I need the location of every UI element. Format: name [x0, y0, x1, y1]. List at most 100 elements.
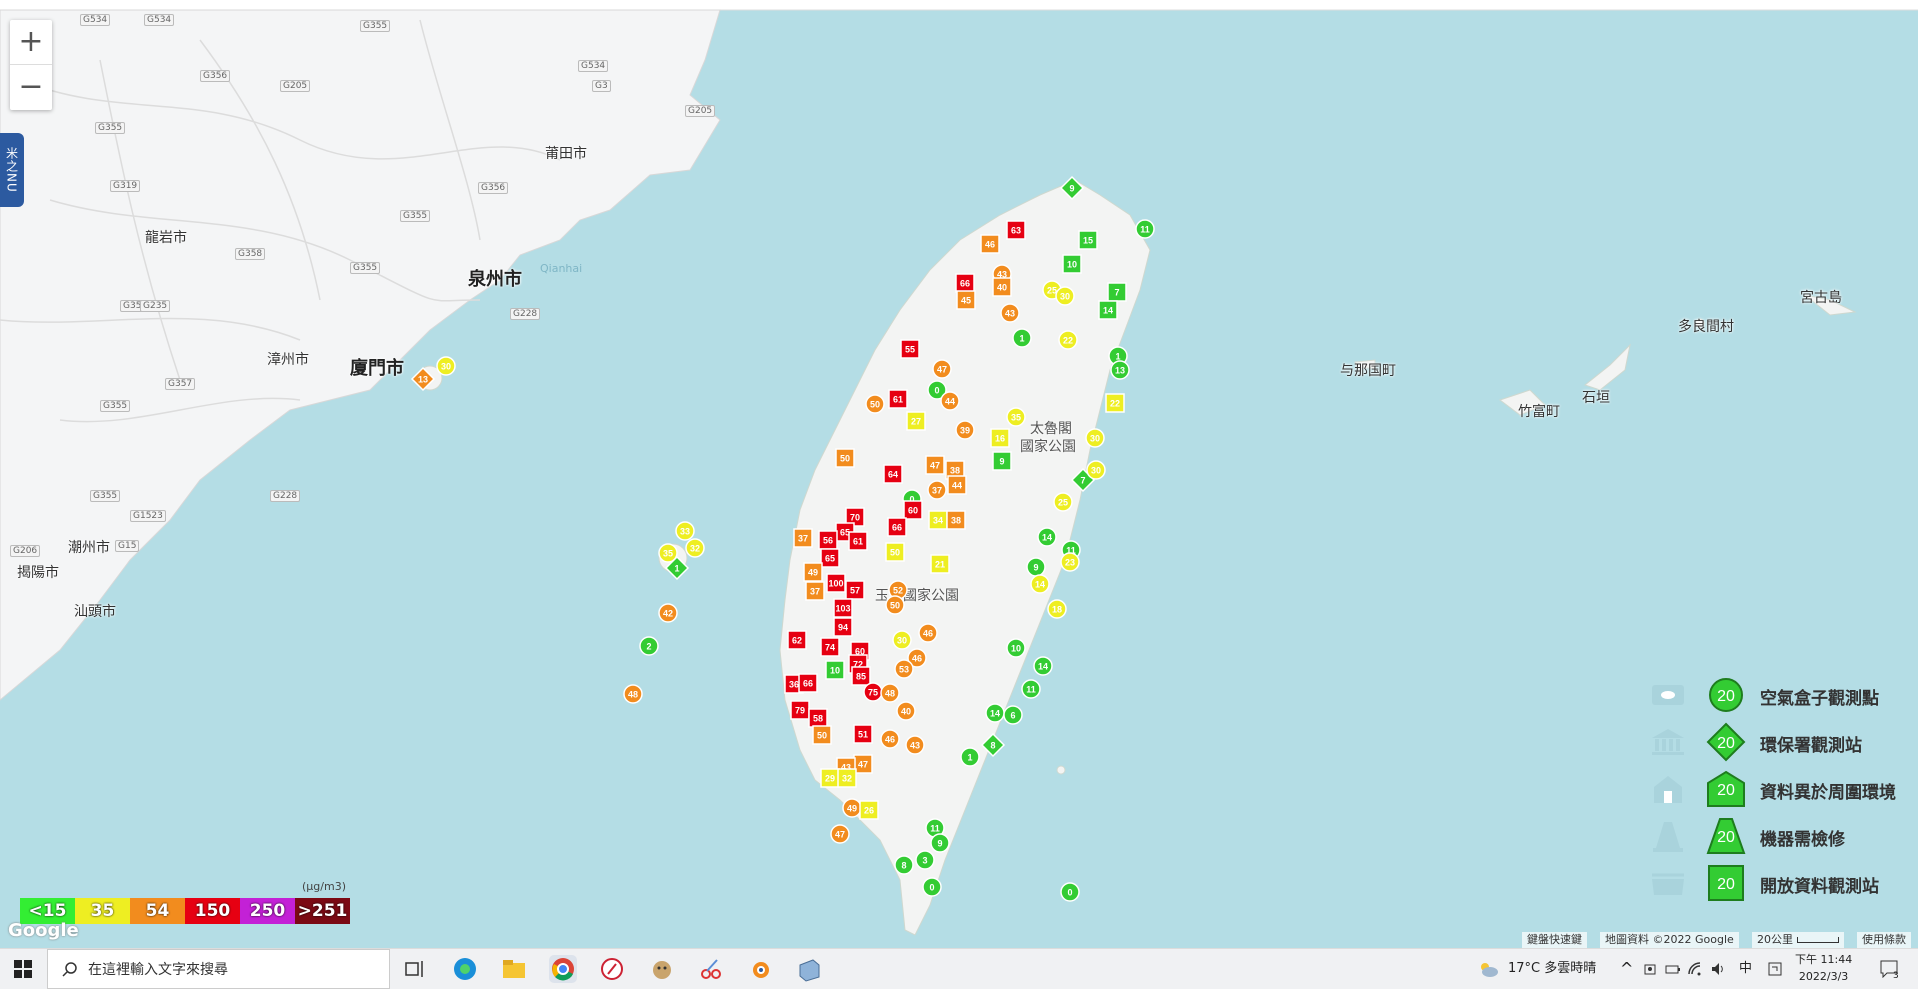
sensor-marker[interactable]: 34: [928, 510, 948, 530]
sensor-marker[interactable]: 23: [1060, 552, 1080, 572]
sensor-marker[interactable]: 50: [835, 448, 855, 468]
sensor-marker[interactable]: 14: [1037, 527, 1057, 547]
sensor-marker[interactable]: 35: [1006, 407, 1026, 427]
sensor-marker[interactable]: 65: [820, 548, 840, 568]
zoom-in-button[interactable]: +: [10, 20, 52, 65]
sensor-marker[interactable]: 37: [927, 480, 947, 500]
sensor-marker[interactable]: 56: [818, 530, 838, 550]
compass-app-icon[interactable]: [598, 955, 626, 983]
sensor-marker[interactable]: 66: [955, 273, 975, 293]
sensor-marker[interactable]: 2: [639, 636, 659, 656]
sensor-marker[interactable]: 22: [1105, 393, 1125, 413]
chrome-browser-icon[interactable]: [549, 955, 577, 983]
keyboard-shortcuts-link[interactable]: 鍵盤快速鍵: [1522, 932, 1587, 948]
edge-browser-icon[interactable]: [451, 955, 479, 983]
sensor-marker[interactable]: 22: [1058, 330, 1078, 350]
task-view-icon[interactable]: [401, 955, 429, 983]
sensor-marker[interactable]: 3: [915, 850, 935, 870]
sensor-marker[interactable]: 50: [885, 595, 905, 615]
sensor-marker[interactable]: 14: [1030, 574, 1050, 594]
sensor-marker[interactable]: 32: [685, 538, 705, 558]
sensor-marker[interactable]: 74: [820, 637, 840, 657]
sensor-marker[interactable]: 9: [1026, 557, 1046, 577]
zoom-control[interactable]: + −: [10, 20, 52, 110]
map-data-attribution[interactable]: 地圖資料 ©2022 Google: [1600, 932, 1739, 948]
sensor-marker[interactable]: 49: [842, 798, 862, 818]
sensor-marker[interactable]: 43: [905, 735, 925, 755]
sensor-marker[interactable]: 37: [805, 581, 825, 601]
box-app-icon[interactable]: [795, 955, 823, 983]
sensor-marker[interactable]: 30: [892, 630, 912, 650]
sensor-marker[interactable]: 51: [853, 724, 873, 744]
sensor-marker[interactable]: 14: [1033, 656, 1053, 676]
sensor-marker[interactable]: 48: [623, 684, 643, 704]
volume-icon[interactable]: [1710, 961, 1726, 977]
sensor-marker[interactable]: 50: [885, 542, 905, 562]
sensor-marker[interactable]: 50: [812, 725, 832, 745]
system-clock[interactable]: 下午 11:44 2022/3/3: [1795, 951, 1852, 985]
sensor-marker[interactable]: 30: [1085, 428, 1105, 448]
sensor-marker[interactable]: 61: [888, 389, 908, 409]
sensor-marker[interactable]: 9: [1059, 175, 1085, 201]
sensor-marker[interactable]: 11: [1021, 679, 1041, 699]
meet-now-icon[interactable]: [1643, 961, 1659, 977]
sensor-marker[interactable]: 27: [906, 411, 926, 431]
sensor-marker[interactable]: 49: [803, 562, 823, 582]
sensor-marker[interactable]: 13: [410, 366, 436, 392]
chevron-up-icon[interactable]: ^: [1620, 949, 1633, 989]
weather-cloud-sun-icon[interactable]: [1477, 960, 1499, 978]
sensor-marker[interactable]: 9: [992, 451, 1012, 471]
sensor-marker[interactable]: 11: [1135, 219, 1155, 239]
sensor-marker[interactable]: 62: [787, 630, 807, 650]
sensor-marker[interactable]: 94: [833, 617, 853, 637]
sensor-marker[interactable]: 0: [1060, 882, 1080, 902]
sensor-marker[interactable]: 13: [1110, 360, 1130, 380]
sensor-marker[interactable]: 48: [880, 683, 900, 703]
sensor-marker[interactable]: 46: [980, 234, 1000, 254]
sensor-marker[interactable]: 57: [845, 580, 865, 600]
weather-text[interactable]: 17°C 多雲時晴: [1508, 949, 1596, 989]
sensor-marker[interactable]: 45: [956, 290, 976, 310]
sensor-marker[interactable]: 1: [1012, 328, 1032, 348]
sensor-marker[interactable]: 30: [1055, 286, 1075, 306]
sensor-marker[interactable]: 10: [1062, 254, 1082, 274]
sensor-marker[interactable]: 38: [946, 510, 966, 530]
sensor-marker[interactable]: 39: [955, 420, 975, 440]
ime-mode-icon[interactable]: [1768, 962, 1782, 976]
sensor-marker[interactable]: 43: [1000, 303, 1020, 323]
terms-link[interactable]: 使用條款: [1857, 932, 1911, 948]
sensor-marker[interactable]: 26: [859, 800, 879, 820]
sensor-marker[interactable]: 75: [863, 682, 883, 702]
sensor-marker[interactable]: 60: [903, 500, 923, 520]
sensor-marker[interactable]: 6: [1003, 705, 1023, 725]
sensor-marker[interactable]: 10: [825, 660, 845, 680]
sensor-marker[interactable]: 85: [851, 666, 871, 686]
wifi-icon[interactable]: [1687, 961, 1703, 977]
sensor-marker[interactable]: 30: [436, 356, 456, 376]
sensor-marker[interactable]: 55: [900, 339, 920, 359]
sensor-marker[interactable]: 1: [960, 747, 980, 767]
sensor-marker[interactable]: 64: [883, 464, 903, 484]
sensor-marker[interactable]: 44: [940, 391, 960, 411]
sensor-marker[interactable]: 50: [865, 394, 885, 414]
sensor-marker[interactable]: 32: [837, 768, 857, 788]
start-button[interactable]: [0, 949, 46, 989]
sensor-marker[interactable]: 66: [887, 517, 907, 537]
sensor-marker[interactable]: 33: [675, 521, 695, 541]
sensor-marker[interactable]: 7: [1107, 282, 1127, 302]
taskbar-search-box[interactable]: 在這裡輸入文字來搜尋: [47, 949, 390, 989]
sensor-marker[interactable]: 47: [932, 359, 952, 379]
sensor-marker[interactable]: 30: [1086, 460, 1106, 480]
map-canvas[interactable]: 莆田市 泉州市 漳州市 廈門市 龍岩市 潮州市 揭陽市 汕頭市 与那国町 多良間村 宮古島 竹富町 石垣…: [0, 0, 1918, 948]
zoom-out-button[interactable]: −: [10, 65, 52, 109]
snipping-tool-icon[interactable]: [697, 955, 725, 983]
sensor-marker[interactable]: 40: [896, 701, 916, 721]
sensor-markers[interactable]: 9 6 3 46 1 51 1 10 43 66 40 45 7 14 55 43 22 47 61 0 44 50 27 3…: [0, 0, 1918, 948]
sensor-marker[interactable]: 66: [798, 673, 818, 693]
sensor-marker[interactable]: 47: [925, 455, 945, 475]
sensor-marker[interactable]: 21: [930, 554, 950, 574]
sensor-marker[interactable]: 53: [894, 659, 914, 679]
sensor-marker[interactable]: 9: [930, 833, 950, 853]
sensor-marker[interactable]: 25: [1053, 492, 1073, 512]
sensor-marker[interactable]: 40: [992, 277, 1012, 297]
